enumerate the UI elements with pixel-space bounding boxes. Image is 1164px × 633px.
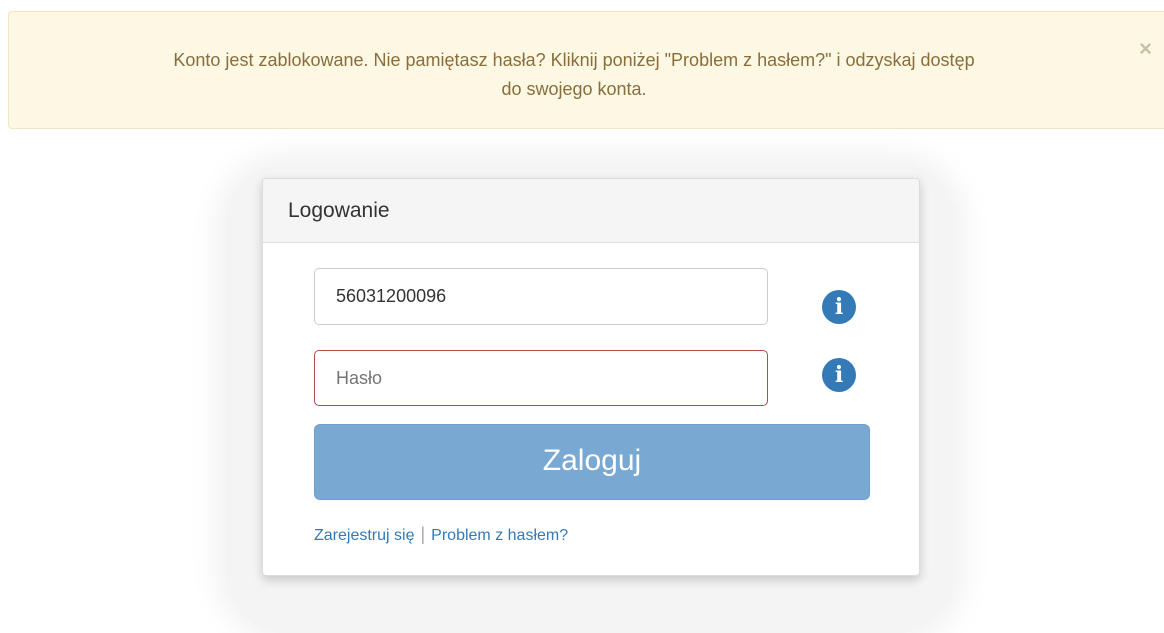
alert-message-line-1: Konto jest zablokowane. Nie pamiętasz ha… (173, 50, 975, 70)
password-problem-link[interactable]: Problem z hasłem? (431, 527, 568, 544)
panel-links: Zarejestruj się | Problem z hasłem? (314, 523, 568, 547)
link-separator: | (420, 524, 426, 544)
login-panel: Logowanie i i Zaloguj Zarejestruj się | Pr… (262, 178, 920, 576)
close-icon[interactable]: × (1139, 38, 1152, 60)
login-button[interactable]: Zaloguj (314, 424, 870, 500)
alert-message: Konto jest zablokowane. Nie pamiętasz ha… (9, 46, 1139, 104)
account-locked-alert: Konto jest zablokowane. Nie pamiętasz ha… (8, 11, 1164, 129)
password-field[interactable] (314, 350, 768, 406)
alert-message-line-2: do swojego konta. (501, 79, 647, 99)
login-info-icon[interactable]: i (822, 290, 856, 324)
login-field[interactable] (314, 268, 768, 325)
panel-title: Logowanie (263, 179, 919, 243)
password-info-icon[interactable]: i (822, 358, 856, 392)
register-link[interactable]: Zarejestruj się (314, 527, 414, 544)
